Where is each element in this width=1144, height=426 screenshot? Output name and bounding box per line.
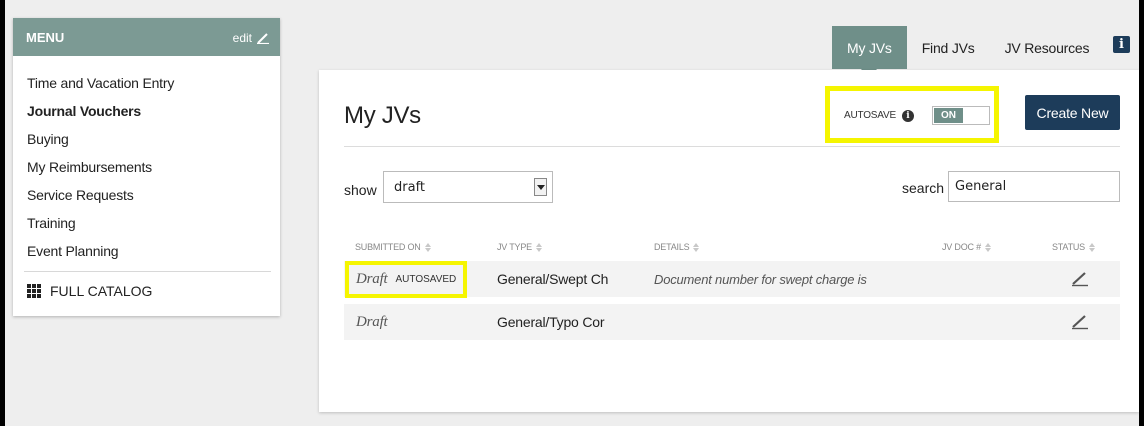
autosaved-highlight [345,261,467,298]
menu-header: MENU edit [13,18,280,56]
details-cell: Document number for swept charge is [654,271,867,287]
sort-icon [985,243,991,252]
sidebar-menu: MENU edit Time and Vacation Entry Journa… [13,18,280,316]
sidebar-item-buying[interactable]: Buying [27,125,268,153]
show-select[interactable]: draft [383,171,553,203]
sidebar-item-event-planning[interactable]: Event Planning [27,237,268,265]
header-jv-type-label: JV TYPE [497,242,532,252]
main-card: My JVs AUTOSAVE i ON Create New show dra… [319,70,1139,412]
pencil-icon [1072,272,1088,287]
full-catalog-link[interactable]: FULL CATALOG [27,283,268,299]
draft-label: Draft [356,313,388,330]
show-label: show [344,182,377,198]
sort-icon [1089,243,1095,252]
header-status[interactable]: STATUS [1052,242,1095,252]
create-new-button[interactable]: Create New [1025,95,1120,130]
info-icon[interactable]: i [1113,36,1130,53]
header-jv-type[interactable]: JV TYPE [497,242,542,252]
top-nav: My JVs Find JVs JV Resources [832,26,1105,78]
tab-find-jvs[interactable]: Find JVs [907,26,990,69]
header-jv-doc-label: JV DOC # [942,242,981,252]
edit-status-button[interactable] [1071,261,1089,297]
header-details-label: DETAILS [654,242,690,252]
sort-icon [425,243,431,252]
autosave-label: AUTOSAVE [844,110,896,121]
autosave-info-icon[interactable]: i [901,109,914,122]
header-jv-doc[interactable]: JV DOC # [942,242,991,252]
autosave-control: AUTOSAVE i ON [844,106,990,125]
grid-icon [27,284,41,298]
window-frame-left [0,0,5,426]
page-title: My JVs [344,102,421,129]
tab-jv-resources[interactable]: JV Resources [990,26,1105,69]
header-details[interactable]: DETAILS [654,242,699,252]
sidebar-item-time-vacation[interactable]: Time and Vacation Entry [27,69,268,97]
sidebar-item-reimbursements[interactable]: My Reimbursements [27,153,268,181]
title-divider [344,146,1120,147]
show-select-value: draft [394,179,426,195]
autosave-toggle-state: ON [933,108,963,123]
search-label: search [902,180,945,196]
menu-divider [24,271,271,272]
header-submitted-on[interactable]: SUBMITTED ON [355,242,431,252]
full-catalog-label: FULL CATALOG [50,283,153,299]
dropdown-arrow-icon [534,178,547,196]
pencil-icon [257,33,269,44]
sort-icon [693,243,699,252]
pencil-icon [1072,315,1088,330]
submitted-cell: Draft [356,304,388,340]
sidebar-item-service-requests[interactable]: Service Requests [27,181,268,209]
menu-edit-label: edit [232,31,252,45]
jv-type-cell: General/Swept Ch [497,271,609,287]
autosave-toggle[interactable]: ON [931,106,990,125]
header-submitted-on-label: SUBMITTED ON [355,242,421,252]
table-row[interactable]: Draft General/Typo Cor [344,304,1120,340]
sidebar-item-journal-vouchers[interactable]: Journal Vouchers [27,97,268,125]
edit-status-button[interactable] [1071,304,1089,340]
header-status-label: STATUS [1052,242,1085,252]
tab-my-jvs[interactable]: My JVs [832,26,907,78]
menu-title: MENU [26,30,65,45]
sidebar-item-training[interactable]: Training [27,209,268,237]
search-input[interactable] [948,171,1120,202]
menu-list: Time and Vacation Entry Journal Vouchers… [13,56,280,299]
window-frame-right [1139,0,1144,426]
jv-type-cell: General/Typo Cor [497,314,605,330]
menu-edit-button[interactable]: edit [233,31,270,45]
sort-icon [536,243,542,252]
